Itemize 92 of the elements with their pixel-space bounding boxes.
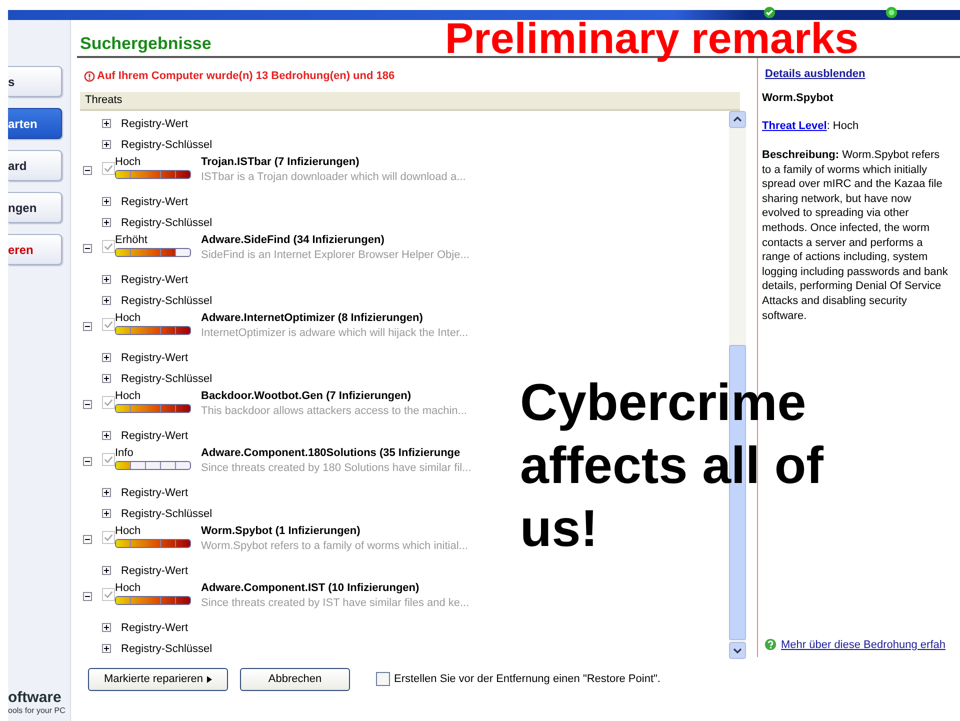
- expand-icon[interactable]: [102, 218, 111, 227]
- logo-text: oftware: [8, 689, 62, 706]
- nav-button[interactable]: ard: [8, 150, 62, 181]
- threat-description: Beschreibung: Worm.Spybot refers to a family of worms which initially spread over mIRC and the Kazaa file sharing network, but have now evolved to spreading via other methods. Once infected, the worm contacts a server and performs a range of actions including, system logging including passwords and bank details, performing Denial Of Service Attacks and disabling security software.: [762, 148, 949, 324]
- nav-button[interactable]: arten: [8, 108, 62, 139]
- page-title: Suchergebnisse: [80, 34, 212, 55]
- caret-icon: [207, 676, 212, 682]
- threat-description: ISTbar is a Trojan downloader which will download a...: [201, 171, 466, 183]
- expand-icon[interactable]: [102, 623, 111, 632]
- check-icon: [763, 6, 776, 19]
- checkbox[interactable]: [102, 531, 115, 544]
- more-info-link[interactable]: Mehr über diese Bedrohung erfah: [781, 638, 946, 650]
- severity-label: Hoch: [115, 525, 142, 539]
- expand-icon[interactable]: [102, 119, 111, 128]
- cancel-button[interactable]: Abbrechen: [240, 668, 350, 690]
- expand-icon[interactable]: [102, 353, 111, 362]
- severity-label: Hoch: [115, 390, 142, 404]
- severity-label: Erhöht: [115, 234, 148, 248]
- expand-icon[interactable]: [102, 140, 111, 149]
- threat-description: InternetOptimizer is adware which will hijack the Inter...: [201, 327, 468, 339]
- expand-icon[interactable]: [102, 296, 111, 305]
- repair-button[interactable]: Markierte reparieren: [88, 668, 228, 690]
- checkbox[interactable]: [376, 672, 390, 686]
- expand-icon[interactable]: [102, 431, 111, 440]
- expand-icon[interactable]: [102, 644, 111, 653]
- threat-name[interactable]: Adware.SideFind (34 Infizierungen): [201, 234, 470, 248]
- collapse-icon[interactable]: [83, 244, 92, 253]
- threat-description: SideFind is an Internet Explorer Browser Helper Obje...: [201, 249, 470, 261]
- checkbox-label: Erstellen Sie vor der Entfernung einen "Restore Point".: [394, 673, 660, 685]
- tree-item[interactable]: Registry-Wert: [121, 622, 188, 634]
- tree-item[interactable]: Registry-Schlüssel: [121, 642, 212, 654]
- slide-title: Preliminary remarks: [445, 18, 859, 60]
- severity-label: Hoch: [115, 582, 142, 596]
- warning-icon: [84, 70, 95, 82]
- checkbox[interactable]: [102, 588, 115, 601]
- expand-icon[interactable]: [102, 275, 111, 284]
- nav-button[interactable]: ngen: [8, 192, 62, 223]
- expand-icon[interactable]: [102, 509, 111, 518]
- scroll-down-icon[interactable]: [729, 642, 746, 659]
- tree-item[interactable]: Registry-Schlüssel: [121, 508, 212, 520]
- threat-name[interactable]: Worm.Spybot (1 Infizierungen): [201, 525, 468, 539]
- tree-item[interactable]: Registry-Schlüssel: [121, 294, 212, 306]
- tree-item[interactable]: Registry-Wert: [121, 564, 188, 576]
- nav-button[interactable]: eren: [8, 234, 62, 265]
- tree-item[interactable]: Registry-Wert: [121, 274, 188, 286]
- expand-icon[interactable]: [102, 197, 111, 206]
- threat-level-value: : Hoch: [826, 120, 859, 132]
- tree-item[interactable]: Registry-Wert: [121, 352, 188, 364]
- hide-details-link[interactable]: Details ausblenden: [765, 68, 960, 80]
- collapse-icon[interactable]: [83, 592, 92, 601]
- tree-item[interactable]: Registry-Wert: [121, 430, 188, 442]
- nav-button[interactable]: s: [8, 66, 62, 97]
- expand-icon[interactable]: [102, 374, 111, 383]
- collapse-icon[interactable]: [83, 457, 92, 466]
- expand-icon[interactable]: [102, 488, 111, 497]
- severity-label: Info: [115, 447, 134, 461]
- warning-message: Auf Ihrem Computer wurde(n) 13 Bedrohung(en) und 186: [97, 70, 395, 82]
- tree-item[interactable]: Registry-Schlüssel: [121, 372, 212, 384]
- status-dot-icon: [885, 6, 898, 19]
- tree-item[interactable]: Registry-Wert: [121, 486, 188, 498]
- severity-label: Hoch: [115, 156, 142, 170]
- collapse-icon[interactable]: [83, 400, 92, 409]
- collapse-icon[interactable]: [83, 166, 92, 175]
- checkbox[interactable]: [102, 396, 115, 409]
- threat-description: Since threats created by IST have similar files and ke...: [201, 597, 470, 609]
- threat-name[interactable]: Adware.Component.IST (10 Infizierungen): [201, 582, 470, 596]
- collapse-icon[interactable]: [83, 535, 92, 544]
- threat-level-link[interactable]: Threat Level: [762, 120, 827, 132]
- threat-description: Worm.Spybot refers to a family of worms which initial...: [201, 540, 468, 552]
- tree-item[interactable]: Registry-Wert: [121, 118, 188, 130]
- tree-item[interactable]: Registry-Wert: [121, 196, 188, 208]
- checkbox[interactable]: [102, 453, 115, 466]
- threat-name[interactable]: Trojan.ISTbar (7 Infizierungen): [201, 156, 466, 170]
- checkbox[interactable]: [102, 240, 115, 253]
- threat-name[interactable]: Adware.InternetOptimizer (8 Infizierungen): [201, 312, 468, 326]
- checkbox[interactable]: [102, 162, 115, 175]
- tagline: ools for your PC: [8, 706, 66, 715]
- threat-name[interactable]: Backdoor.Wootbot.Gen (7 Infizierungen): [201, 390, 467, 404]
- help-icon: [764, 638, 777, 651]
- threat-description: Since threats created by 180 Solutions have similar fil...: [201, 462, 472, 474]
- tree-item[interactable]: Registry-Schlüssel: [121, 216, 212, 228]
- threat-description: This backdoor allows attackers access to the machin...: [201, 405, 467, 417]
- severity-label: Hoch: [115, 312, 142, 326]
- tree-item[interactable]: Registry-Schlüssel: [121, 138, 212, 150]
- expand-icon[interactable]: [102, 566, 111, 575]
- column-header[interactable]: Threats: [80, 92, 740, 111]
- scroll-up-icon[interactable]: [729, 111, 746, 128]
- collapse-icon[interactable]: [83, 322, 92, 331]
- threat-title: Worm.Spybot: [762, 92, 834, 104]
- threat-name[interactable]: Adware.Component.180Solutions (35 Infizierunge: [201, 447, 472, 461]
- checkbox[interactable]: [102, 318, 115, 331]
- slide-text: Cybercrime affects all of us!: [520, 373, 824, 560]
